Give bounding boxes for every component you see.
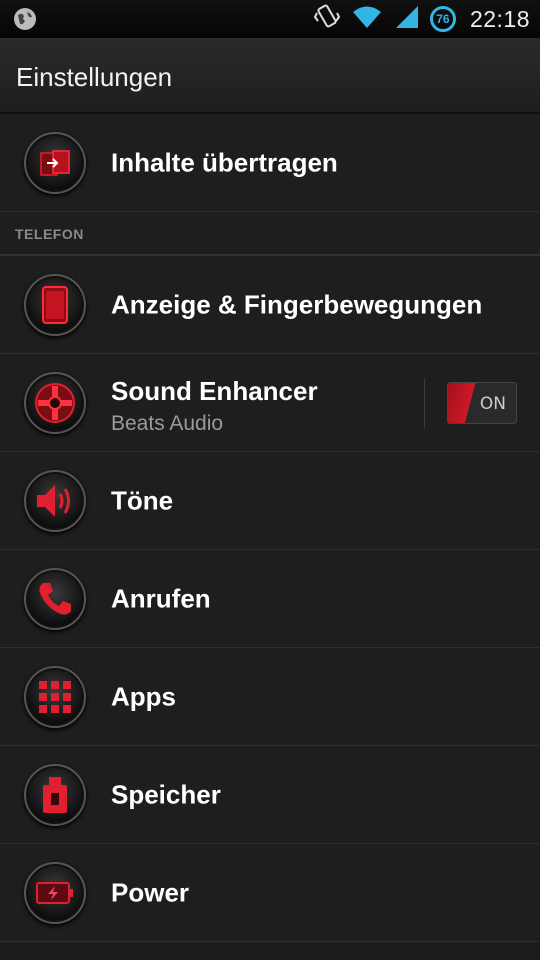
- transfer-icon: [24, 131, 86, 194]
- page-title: Einstellungen: [16, 62, 173, 92]
- list-item-label: Anzeige & Fingerbewegungen: [111, 289, 483, 319]
- list-item-label: Töne: [111, 485, 174, 515]
- list-item-sublabel: Beats Audio: [111, 412, 224, 435]
- toggle-thumb: [448, 383, 476, 423]
- status-bar: 76 22:18: [0, 0, 540, 38]
- battery-power-icon: [24, 861, 86, 924]
- phone-icon: [24, 567, 86, 630]
- battery-level: 76: [436, 12, 450, 26]
- section-label: TELEFON: [15, 226, 84, 242]
- list-item-label: Apps: [111, 681, 176, 711]
- list-item-label: Inhalte übertragen: [111, 147, 338, 177]
- toggle-label: ON: [479, 394, 506, 414]
- list-item-toene[interactable]: Töne: [0, 452, 540, 550]
- list-item-anzeige[interactable]: Anzeige & Fingerbewegungen: [0, 256, 540, 354]
- section-header-telefon: TELEFON: [0, 212, 540, 256]
- sound-enhancer-icon: [24, 371, 86, 434]
- action-bar: Einstellungen: [0, 38, 540, 114]
- list-item-sound-enhancer[interactable]: Sound Enhancer Beats Audio ON: [0, 354, 540, 452]
- wifi-icon: [350, 4, 384, 35]
- list-item-power[interactable]: Power: [0, 844, 540, 942]
- apps-grid-icon: [24, 665, 86, 728]
- list-item-label: Power: [111, 877, 190, 907]
- list-item-inhalte-uebertragen[interactable]: Inhalte übertragen: [0, 114, 540, 212]
- list-item-label: Speicher: [111, 779, 221, 809]
- display-icon: [24, 273, 86, 336]
- list-item-speicher[interactable]: Speicher: [0, 746, 540, 844]
- speaker-icon: [24, 469, 86, 532]
- vibrate-icon: [313, 3, 341, 36]
- list-item-label: Sound Enhancer: [111, 376, 318, 406]
- battery-icon: 76: [429, 6, 456, 32]
- signal-icon: [394, 4, 420, 35]
- divider: [424, 378, 425, 428]
- sound-enhancer-toggle[interactable]: ON: [447, 382, 517, 424]
- settings-list: Inhalte übertragen TELEFON Anzeige & Fin…: [0, 114, 540, 942]
- list-item-label: Anrufen: [111, 583, 211, 613]
- list-item-anrufen[interactable]: Anrufen: [0, 550, 540, 648]
- globe-icon: [12, 6, 38, 37]
- storage-icon: [24, 763, 86, 826]
- list-item-apps[interactable]: Apps: [0, 648, 540, 746]
- clock: 22:18: [469, 5, 530, 32]
